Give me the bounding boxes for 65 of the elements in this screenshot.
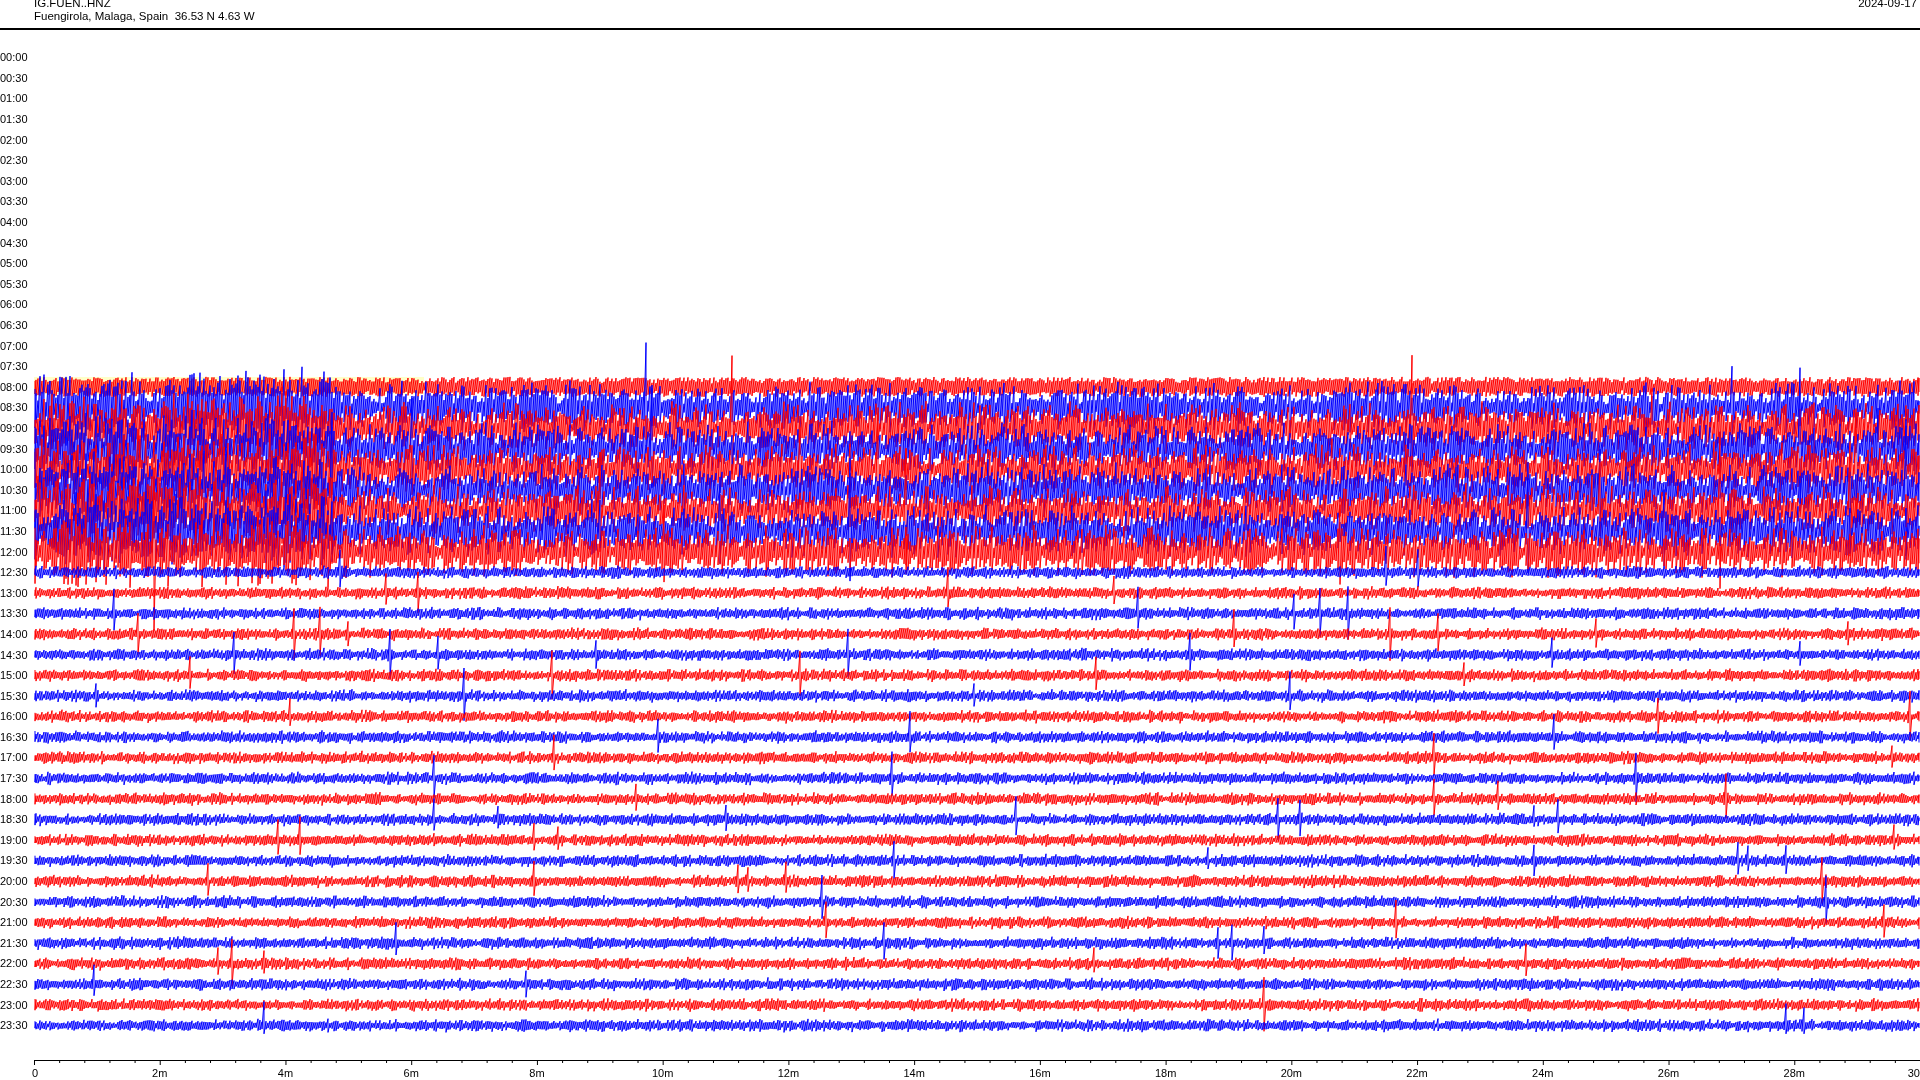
axis-tick-label: 10m [651,1066,674,1079]
axis-tick-label: 6m [403,1066,419,1079]
axis-tick-label: 16m [1029,1066,1051,1079]
axis-tick-label: 12m [777,1066,800,1079]
time-label: 04:00 [0,216,28,229]
time-label: 03:00 [0,174,28,187]
time-label: 21:30 [0,936,28,949]
time-label: 12:00 [0,545,28,558]
axis-tick-label: 30 [1907,1066,1920,1079]
axis-tick-label: 4m [277,1066,294,1079]
time-label: 17:30 [0,772,28,785]
axis-tick-label: 26m [1657,1066,1680,1079]
time-label: 02:00 [0,133,28,146]
time-label: 00:30 [0,71,28,84]
time-label: 00:00 [0,51,28,64]
time-label: 09:30 [0,442,28,455]
axis-tick-label: 0 [32,1066,39,1079]
time-label: 06:00 [0,298,28,311]
axis-tick-label: 22m [1406,1066,1428,1079]
time-label: 23:30 [0,1019,28,1032]
time-label: 05:00 [0,257,28,270]
time-label: 15:00 [0,669,28,682]
time-label: 12:30 [0,566,28,579]
time-label: 18:00 [0,792,28,805]
time-label: 03:30 [0,195,28,208]
time-label: 16:30 [0,730,28,743]
time-label: 15:30 [0,689,28,702]
time-label: 07:00 [0,339,28,352]
time-label: 07:30 [0,360,28,373]
time-label: 04:30 [0,236,28,249]
time-label: 22:30 [0,978,28,990]
time-label: 23:00 [0,998,28,1011]
time-label: 18:30 [0,813,28,826]
time-label: 10:00 [0,463,28,476]
time-label: 20:00 [0,875,28,888]
time-label: 10:30 [0,483,28,496]
time-label: 19:30 [0,854,28,867]
time-label: 16:00 [0,710,28,723]
time-label: 06:30 [0,319,28,331]
time-label: 08:00 [0,380,28,393]
axis-tick-label: 8m [529,1066,545,1079]
time-label: 09:00 [0,422,28,434]
time-label: 14:00 [0,627,28,640]
time-label: 02:30 [0,154,28,167]
time-label: 08:30 [0,401,28,414]
time-label: 13:00 [0,586,28,599]
time-label: 01:00 [0,92,28,105]
axis-tick-label: 20m [1280,1066,1303,1079]
time-label: 22:00 [0,957,28,970]
axis-tick-label: 2m [152,1066,168,1079]
time-label: 17:00 [0,751,28,764]
axis-tick-label: 28m [1783,1066,1805,1079]
axis-tick-label: 18m [1154,1066,1177,1079]
time-label: 05:30 [0,277,28,290]
time-label: 01:30 [0,113,28,126]
time-label: 11:30 [0,524,27,537]
station-location: Fuengirola, Malaga, Spain 36.53 N 4.63 W [34,10,255,23]
time-label: 14:30 [0,648,28,661]
time-label: 20:30 [0,895,28,908]
time-label: 19:00 [0,833,28,846]
time-label: 11:00 [0,504,27,517]
axis-tick-label: 24m [1532,1066,1554,1079]
time-label: 21:00 [0,916,28,929]
time-label: 13:30 [0,607,28,620]
axis-tick-label: 14m [903,1066,925,1079]
